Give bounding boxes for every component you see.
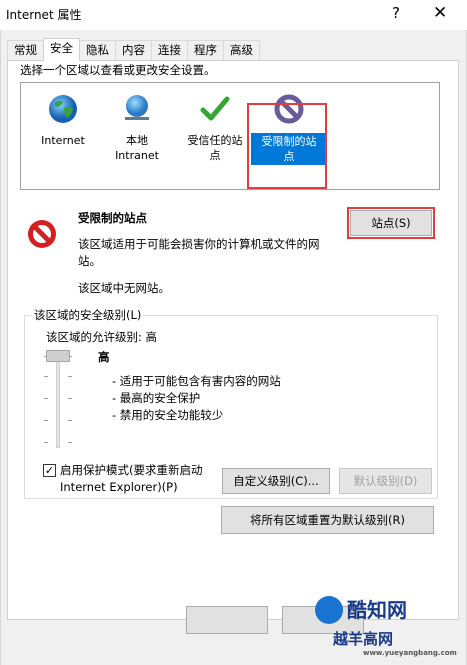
help-button[interactable]: ? <box>392 4 400 22</box>
selected-zone-description: 该区域适用于可能会损害你的计算机或文件的网站。 <box>78 237 320 268</box>
allowed-level-text: 该区域的允许级别: 高 <box>46 330 158 344</box>
watermark-brand-bottom: 越羊高网 <box>333 630 394 648</box>
tab-content[interactable]: 内容 <box>115 40 152 60</box>
annotation-highlight <box>347 207 435 239</box>
tab-general[interactable]: 常规 <box>7 40 44 60</box>
level-bullet: - 禁用的安全功能较少 <box>112 408 224 422</box>
tab-strip: 常规 安全 隐私 内容 连接 程序 高级 <box>7 38 260 61</box>
watermark: 酷知网 越羊高网 www.yueyangbang.com <box>315 588 463 662</box>
security-level-name: 高 <box>98 350 110 364</box>
zone-label: Internet <box>41 134 85 147</box>
tab-connections[interactable]: 连接 <box>151 40 188 60</box>
protected-mode-checkbox[interactable]: ✓ <box>43 464 56 477</box>
zone-prompt: 选择一个区域以查看或更改安全设置。 <box>20 63 216 77</box>
selected-zone-no-sites: 该区域中无网站。 <box>78 281 170 295</box>
zone-label: 本地 Intranet <box>115 134 159 162</box>
zone-local-intranet[interactable]: 本地 Intranet <box>99 93 175 163</box>
watermark-brand-top: 酷知网 <box>347 598 407 622</box>
security-slider-track[interactable] <box>56 352 60 448</box>
title-bar: Internet 属性 ? ✕ <box>0 0 467 30</box>
restricted-zone-icon <box>28 220 56 248</box>
security-slider-thumb[interactable] <box>46 350 70 362</box>
security-level-legend: 该区域的安全级别(L) <box>32 307 144 323</box>
ok-button[interactable] <box>186 606 268 634</box>
window-title: Internet 属性 <box>6 8 82 22</box>
level-bullet: - 适用于可能包含有害内容的网站 <box>112 374 281 388</box>
zone-list[interactable]: Internet 本地 Intranet 受信任的站 点 受限制的站 点 <box>20 82 440 190</box>
zone-internet[interactable]: Internet <box>25 93 101 148</box>
tab-advanced[interactable]: 高级 <box>223 40 260 60</box>
selected-zone-title: 受限制的站点 <box>78 211 147 225</box>
close-button[interactable]: ✕ <box>433 3 447 23</box>
globe-icon <box>49 95 77 123</box>
watermark-url: www.yueyangbang.com <box>363 649 457 657</box>
security-level-bullets: - 适用于可能包含有害内容的网站 - 最高的安全保护 - 禁用的安全功能较少 <box>112 373 281 424</box>
tab-programs[interactable]: 程序 <box>187 40 224 60</box>
tab-security[interactable]: 安全 <box>43 38 80 61</box>
reset-all-zones-button[interactable]: 将所有区域重置为默认级别(R) <box>221 506 434 534</box>
default-level-button[interactable]: 默认级别(D) <box>339 468 432 494</box>
protected-mode-label: 启用保护模式(要求重新启动 Internet Explorer)(P) <box>60 463 203 494</box>
custom-level-button[interactable]: 自定义级别(C)... <box>222 468 330 494</box>
watermark-logo-icon <box>315 596 343 624</box>
intranet-globe-icon <box>125 95 149 120</box>
level-bullet: - 最高的安全保护 <box>112 391 201 405</box>
zone-label: 受信任的站 点 <box>187 134 243 162</box>
checkmark-icon <box>200 96 230 121</box>
tab-privacy[interactable]: 隐私 <box>79 40 116 60</box>
zone-trusted-sites[interactable]: 受信任的站 点 <box>177 93 253 163</box>
annotation-highlight <box>247 103 327 189</box>
